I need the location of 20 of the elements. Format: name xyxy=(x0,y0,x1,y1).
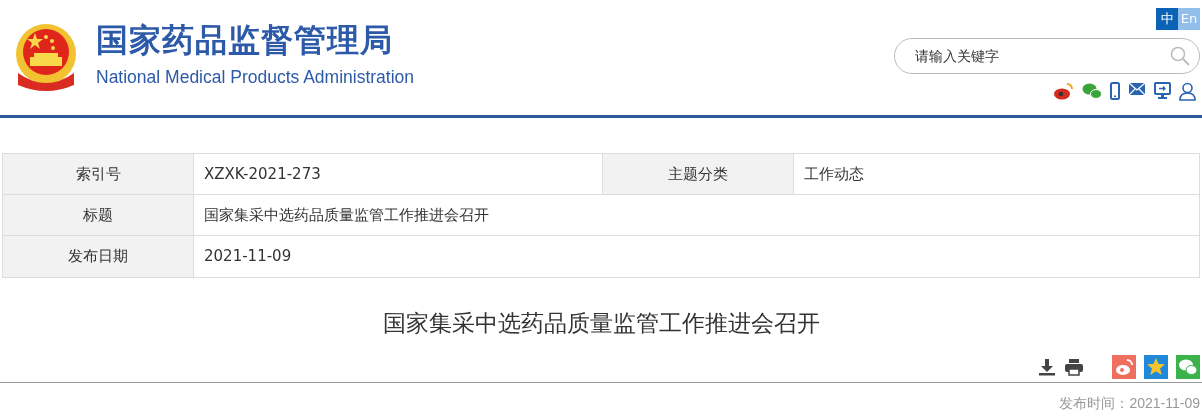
star-share-icon[interactable] xyxy=(1144,355,1168,379)
print-icon[interactable] xyxy=(1064,358,1084,376)
publish-time: 发布时间：2021-11-09 xyxy=(1059,394,1200,411)
table-label: 主题分类 xyxy=(603,154,794,194)
table-value: 2021-11-09 xyxy=(203,246,293,267)
user-icon[interactable] xyxy=(1179,82,1196,101)
table-label: 标题 xyxy=(3,195,194,235)
table-value: 工作动态 xyxy=(803,164,865,185)
monitor-icon[interactable] xyxy=(1154,82,1171,99)
download-icon[interactable] xyxy=(1038,358,1056,376)
search-field[interactable]: 请输入关键字 xyxy=(894,38,1200,74)
table-value: 国家集采中选药品质量监管工作推进会召开 xyxy=(203,205,490,226)
site-title: 国家药品监督管理局 xyxy=(96,24,394,57)
table-label: 发布日期 xyxy=(3,236,194,277)
mail-icon[interactable] xyxy=(1128,82,1146,96)
article-title: 国家集采中选药品质量监管工作推进会召开 xyxy=(381,309,821,338)
language-tab[interactable]: 中 xyxy=(1156,8,1178,30)
table-label: 索引号 xyxy=(3,154,194,194)
site-subtitle: National Medical Products Administration xyxy=(96,66,415,90)
phone-icon[interactable] xyxy=(1110,82,1120,100)
